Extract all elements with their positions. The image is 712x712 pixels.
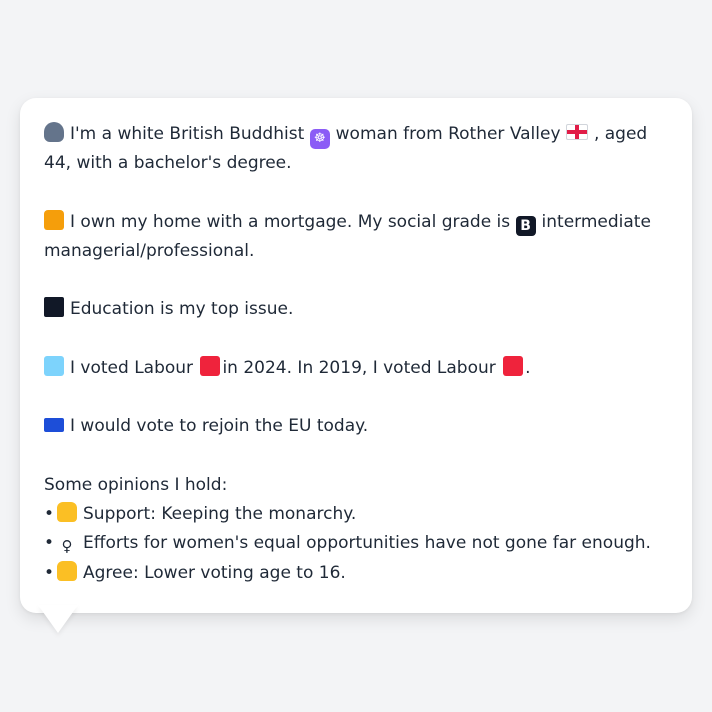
red-square-icon	[503, 355, 524, 376]
list-item: • Support: Keeping the monarchy.	[44, 500, 668, 530]
person-icon	[44, 122, 64, 142]
persona-card: I'm a white British Buddhist ☸ woman from…	[20, 98, 692, 613]
issue-text: Education is my top issue.	[70, 299, 294, 319]
dharma-wheel-icon: ☸	[309, 129, 330, 149]
home-paragraph: I own my home with a mortgage. My social…	[44, 208, 668, 266]
eu-text: I would vote to rejoin the EU today.	[70, 416, 369, 436]
intro-paragraph: I'm a white British Buddhist ☸ woman from…	[44, 120, 668, 178]
speech-bubble-tail	[38, 605, 78, 633]
opinions-list: • Support: Keeping the monarchy. • ♀ Effort…	[44, 500, 668, 589]
opinions-heading: Some opinions I hold:	[44, 474, 228, 495]
home-text-a: I own my home with a mortgage. My social…	[70, 211, 511, 232]
list-item: • Agree: Lower voting age to 16.	[44, 559, 668, 589]
female-sign-icon: ♀	[61, 537, 73, 555]
ballot-box-icon	[44, 355, 64, 376]
eu-flag-icon	[44, 418, 64, 432]
graduation-cap-icon	[44, 297, 64, 317]
thumbs-up-icon	[57, 560, 77, 581]
eu-paragraph: I would vote to rejoin the EU today.	[44, 412, 668, 441]
issue-paragraph: Education is my top issue.	[44, 295, 668, 324]
house-icon	[44, 209, 64, 230]
vote-text-b: in 2024. In 2019, I voted Labour	[222, 357, 496, 378]
bullet: •	[44, 533, 55, 553]
bullet: •	[44, 562, 55, 583]
thumbs-up-icon	[57, 501, 77, 522]
intro-text-b: woman from Rother Valley	[335, 124, 561, 144]
intro-text-a: I'm a white British Buddhist	[70, 124, 305, 144]
b-button-icon: B	[515, 215, 536, 236]
england-flag-icon	[565, 124, 588, 140]
opinion-text: Support: Keeping the monarchy.	[83, 503, 357, 524]
opinion-text: Efforts for women's equal opportunities …	[83, 533, 651, 553]
list-item: • ♀ Efforts for women's equal opportunitie…	[44, 529, 668, 559]
vote-paragraph: I voted Labour in 2024. In 2019, I voted…	[44, 354, 668, 383]
bullet: •	[44, 503, 55, 524]
red-square-icon	[200, 355, 221, 376]
vote-text-a: I voted Labour	[70, 357, 194, 378]
vote-text-c: .	[525, 357, 531, 378]
opinion-text: Agree: Lower voting age to 16.	[83, 562, 346, 583]
